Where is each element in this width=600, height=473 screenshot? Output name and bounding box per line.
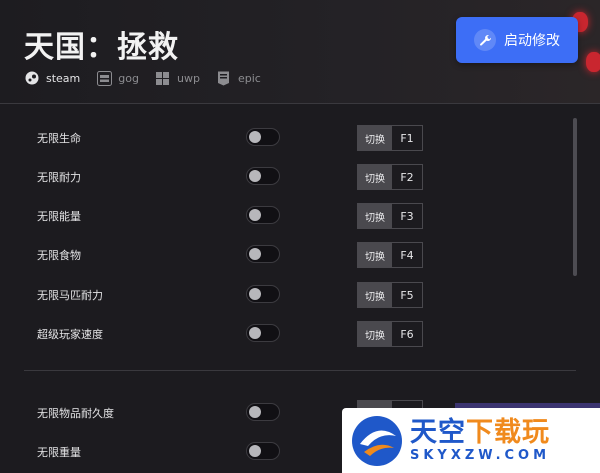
cheat-toggle[interactable] bbox=[246, 167, 280, 185]
toggle-knob bbox=[249, 445, 261, 457]
game-title: 天国：拯救 bbox=[24, 30, 179, 65]
wrench-icon bbox=[474, 29, 496, 51]
cheat-toggle[interactable] bbox=[246, 403, 280, 421]
hotkey-mode: 切换 bbox=[358, 243, 392, 267]
platform-label: epic bbox=[237, 71, 261, 85]
cheat-row: 无限耐力 切换 F2 bbox=[0, 157, 580, 197]
cheat-row: 无限生命 切换 F1 bbox=[0, 118, 580, 158]
watermark-title-b: 下载玩 bbox=[466, 417, 550, 448]
lantern-decoration bbox=[586, 52, 600, 72]
platform-uwp[interactable]: uwp bbox=[155, 70, 200, 86]
cheat-name: 无限生命 bbox=[37, 132, 81, 145]
cheat-name: 无限食物 bbox=[37, 249, 81, 262]
hotkey-key: F5 bbox=[392, 283, 422, 307]
cheat-toggle[interactable] bbox=[246, 442, 280, 460]
hotkey-key: F6 bbox=[392, 322, 422, 346]
hotkey-badge[interactable]: 切换 F2 bbox=[357, 164, 423, 190]
cheat-toggle[interactable] bbox=[246, 206, 280, 224]
watermark-text: 天空下载玩 SKYXZW.COM bbox=[410, 418, 551, 464]
platform-label: uwp bbox=[176, 71, 200, 85]
platform-gog[interactable]: gog bbox=[96, 70, 139, 86]
hotkey-badge[interactable]: 切换 F4 bbox=[357, 242, 423, 268]
hotkey-key: F4 bbox=[392, 243, 422, 267]
cheat-row: 无限能量 切换 F3 bbox=[0, 196, 580, 236]
toggle-knob bbox=[249, 248, 261, 260]
platform-list: steam gog uwp epic bbox=[24, 70, 261, 86]
gog-icon bbox=[96, 70, 112, 86]
toggle-knob bbox=[249, 288, 261, 300]
toggle-knob bbox=[249, 209, 261, 221]
toggle-knob bbox=[249, 131, 261, 143]
hotkey-key: F2 bbox=[392, 165, 422, 189]
hotkey-badge[interactable]: 切换 F1 bbox=[357, 125, 423, 151]
cheat-name: 超级玩家速度 bbox=[37, 328, 103, 341]
cheat-name: 无限能量 bbox=[37, 210, 81, 223]
scrollbar-thumb[interactable] bbox=[573, 118, 577, 276]
site-watermark: 天空下载玩 SKYXZW.COM bbox=[342, 408, 600, 473]
toggle-knob bbox=[249, 170, 261, 182]
watermark-title-a: 天空 bbox=[410, 417, 466, 448]
site-logo-icon bbox=[352, 415, 402, 466]
cheat-row: 超级玩家速度 切换 F6 bbox=[0, 314, 580, 354]
watermark-title: 天空下载玩 bbox=[410, 418, 550, 448]
launch-label: 启动修改 bbox=[504, 33, 560, 49]
hotkey-key: F3 bbox=[392, 204, 422, 228]
cheat-toggle[interactable] bbox=[246, 128, 280, 146]
cheat-toggle[interactable] bbox=[246, 245, 280, 263]
cheat-row: 无限食物 切换 F4 bbox=[0, 235, 580, 275]
platform-epic[interactable]: epic bbox=[216, 70, 261, 86]
steam-icon bbox=[24, 70, 40, 86]
watermark-url: SKYXZW.COM bbox=[410, 448, 551, 463]
hotkey-mode: 切换 bbox=[358, 322, 392, 346]
hotkey-mode: 切换 bbox=[358, 165, 392, 189]
header-divider bbox=[0, 103, 600, 104]
launch-trainer-button[interactable]: 启动修改 bbox=[456, 17, 578, 63]
cheat-name: 无限马匹耐力 bbox=[37, 289, 103, 302]
toggle-knob bbox=[249, 327, 261, 339]
platform-steam[interactable]: steam bbox=[24, 70, 80, 86]
windows-icon bbox=[155, 70, 171, 86]
cheat-toggle[interactable] bbox=[246, 324, 280, 342]
hotkey-badge[interactable]: 切换 F5 bbox=[357, 282, 423, 308]
group-divider bbox=[24, 370, 576, 371]
hotkey-mode: 切换 bbox=[358, 283, 392, 307]
hotkey-key: F1 bbox=[392, 126, 422, 150]
platform-label: steam bbox=[46, 71, 81, 85]
hotkey-badge[interactable]: 切换 F6 bbox=[357, 321, 423, 347]
cheat-name: 无限物品耐久度 bbox=[37, 407, 114, 420]
cheat-toggle[interactable] bbox=[246, 285, 280, 303]
platform-label: gog bbox=[118, 71, 139, 85]
header-area: 天国：拯救 steam gog uwp epic 启动修改 bbox=[0, 0, 600, 104]
cheat-row: 无限马匹耐力 切换 F5 bbox=[0, 275, 580, 315]
toggle-knob bbox=[249, 406, 261, 418]
cheat-name: 无限耐力 bbox=[37, 171, 81, 184]
hotkey-badge[interactable]: 切换 F3 bbox=[357, 203, 423, 229]
epic-icon bbox=[216, 70, 232, 86]
hotkey-mode: 切换 bbox=[358, 126, 392, 150]
cheat-name: 无限重量 bbox=[37, 446, 81, 459]
hotkey-mode: 切换 bbox=[358, 204, 392, 228]
